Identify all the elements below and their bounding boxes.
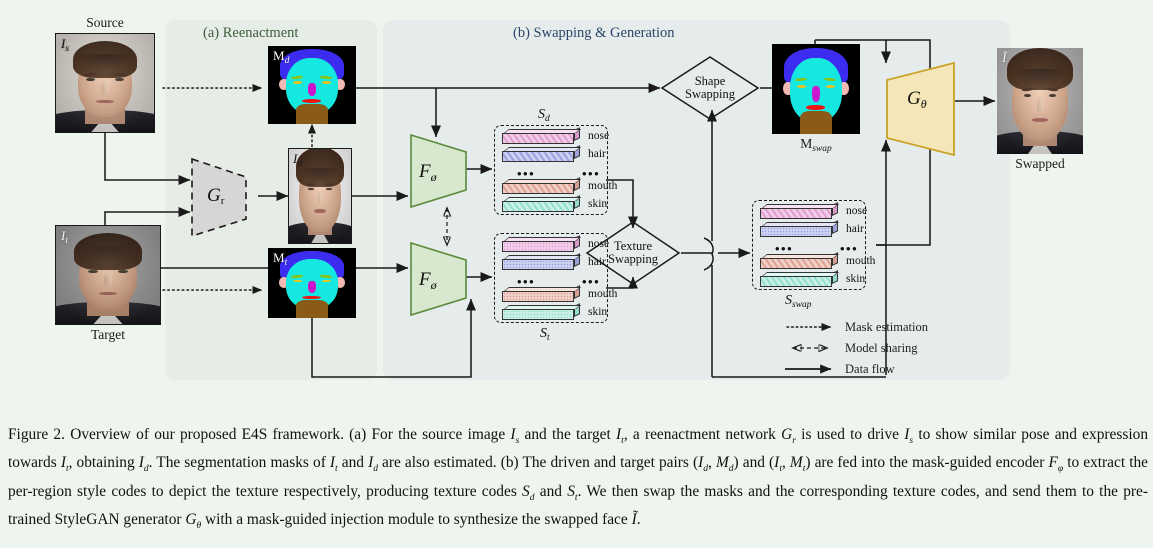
figure-caption: Figure 2. Overview of our proposed E4S f… bbox=[8, 424, 1148, 538]
mask-swapped bbox=[772, 44, 860, 134]
module-encoder-target-label: Fø bbox=[419, 269, 437, 292]
texture-codes-driven: nose hair ••• ••• mouth skin bbox=[494, 125, 617, 215]
module-encoder-target bbox=[408, 240, 470, 324]
image-source bbox=[55, 33, 155, 133]
module-reenactment-generator-label: Gr bbox=[207, 185, 225, 207]
image-source-label: Is bbox=[61, 36, 70, 54]
panel-b-title: (b) Swapping & Generation bbox=[513, 25, 675, 41]
image-driven-label: Id bbox=[293, 151, 303, 169]
image-swapped-label: Ĩ bbox=[1002, 50, 1007, 65]
operation-texture-swapping: Texture Swapping bbox=[585, 220, 681, 286]
texture-codes-target-title: St bbox=[540, 326, 550, 343]
image-swapped bbox=[997, 48, 1083, 154]
image-target bbox=[55, 225, 161, 325]
legend: Mask estimation Model sharing Data flow bbox=[775, 318, 995, 380]
figure-diagram: (a) Reenactment (b) Swapping & Generatio… bbox=[0, 0, 1153, 410]
image-swapped-caption: Swapped bbox=[1015, 156, 1065, 171]
figure-caption-text: Overview of our proposed E4S framework. … bbox=[8, 426, 1149, 532]
figure-caption-prefix: Figure 2. bbox=[8, 426, 65, 443]
operation-texture-swapping-label: Texture Swapping bbox=[608, 238, 658, 266]
module-encoder-driven-label: Fø bbox=[419, 161, 437, 184]
texture-codes-swapped-title: Sswap bbox=[785, 293, 812, 310]
legend-model-sharing-label: Model sharing bbox=[845, 341, 918, 355]
image-target-label: It bbox=[61, 228, 68, 246]
operation-shape-swapping-label: Shape Swapping bbox=[685, 73, 735, 101]
texture-codes-swapped: nose hair ••• ••• mouth skin bbox=[752, 200, 875, 290]
module-stylegan-generator-label: Gθ bbox=[907, 88, 927, 111]
image-source-caption: Source bbox=[86, 15, 124, 30]
legend-data-flow-label: Data flow bbox=[845, 362, 895, 376]
legend-mask-estimation-label: Mask estimation bbox=[845, 320, 928, 334]
mask-target-label: Mt bbox=[273, 250, 288, 268]
operation-shape-swapping: Shape Swapping bbox=[660, 55, 760, 121]
image-target-caption: Target bbox=[90, 327, 126, 342]
texture-codes-driven-title: Sd bbox=[538, 107, 550, 124]
panel-a-title: (a) Reenactment bbox=[203, 25, 299, 41]
module-reenactment-generator bbox=[188, 155, 262, 240]
module-encoder-driven bbox=[408, 132, 470, 216]
merge-junction-icon bbox=[703, 237, 714, 271]
mask-driven-label: Md bbox=[273, 48, 290, 66]
mask-swapped-caption: Mswap bbox=[800, 136, 832, 154]
